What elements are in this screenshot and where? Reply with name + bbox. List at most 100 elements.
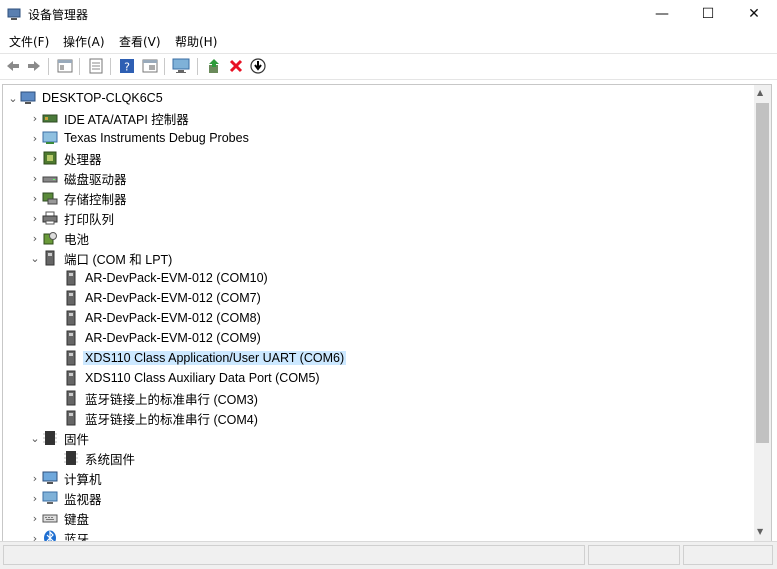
tree-item-label: AR-DevPack-EVM-012 (COM10) bbox=[85, 271, 268, 285]
tree-item-battery[interactable]: › 电池 bbox=[28, 228, 91, 248]
port-icon bbox=[63, 290, 79, 306]
tree-item-storage-controllers[interactable]: › 存储控制器 bbox=[28, 188, 129, 208]
tree-item-computer[interactable]: › 计算机 bbox=[28, 468, 104, 488]
port-icon bbox=[63, 350, 79, 366]
show-hidden-icon[interactable] bbox=[141, 57, 159, 75]
tree-item-com10[interactable]: AR-DevPack-EVM-012 (COM10) bbox=[63, 268, 270, 288]
expand-arrow-icon[interactable]: › bbox=[28, 168, 42, 188]
port-icon bbox=[63, 370, 79, 386]
tree-item-label: 蓝牙 bbox=[64, 532, 90, 542]
update-driver-icon[interactable] bbox=[205, 57, 223, 75]
expand-arrow-icon[interactable]: › bbox=[28, 108, 42, 128]
expand-arrow-icon[interactable]: › bbox=[28, 488, 42, 508]
tree-item-bluetooth[interactable]: › 蓝牙 bbox=[28, 528, 91, 542]
expand-arrow-icon[interactable]: › bbox=[28, 228, 42, 248]
tree-item-label: 磁盘驱动器 bbox=[64, 172, 127, 187]
menu-action[interactable]: 操作(A) bbox=[63, 33, 105, 50]
scan-hardware-icon[interactable] bbox=[249, 57, 267, 75]
expand-arrow-icon[interactable]: › bbox=[28, 208, 42, 228]
back-icon[interactable] bbox=[4, 57, 22, 75]
expand-arrow-icon[interactable]: › bbox=[28, 468, 42, 488]
disk-drive-icon bbox=[42, 170, 58, 186]
menu-help[interactable]: 帮助(H) bbox=[175, 33, 217, 50]
menu-bar: 文件(F) 操作(A) 查看(V) 帮助(H) bbox=[0, 30, 777, 52]
uninstall-icon[interactable] bbox=[227, 57, 245, 75]
port-icon bbox=[42, 250, 58, 266]
toolbar-separator bbox=[48, 58, 49, 75]
tree-item-label: 系统固件 bbox=[85, 452, 136, 467]
port-icon bbox=[63, 410, 79, 426]
expand-arrow-icon[interactable]: › bbox=[28, 128, 42, 148]
expand-arrow-icon[interactable]: › bbox=[28, 528, 42, 542]
tree-item-system-firmware[interactable]: 系统固件 bbox=[63, 448, 137, 468]
toolbar-separator bbox=[197, 58, 198, 75]
tree-item-disk-drives[interactable]: › 磁盘驱动器 bbox=[28, 168, 129, 188]
tree-item-processor[interactable]: › 处理器 bbox=[28, 148, 104, 168]
tree-item-com4[interactable]: 蓝牙链接上的标准串行 (COM4) bbox=[63, 408, 260, 428]
tree-item-ide[interactable]: › IDE ATA/ATAPI 控制器 bbox=[28, 108, 191, 128]
firmware-icon bbox=[42, 430, 58, 446]
device-tree[interactable]: ⌄ DESKTOP-CLQK6C5 › IDE ATA/ATAPI 控制器 › … bbox=[2, 84, 756, 542]
tree-root[interactable]: ⌄ DESKTOP-CLQK6C5 bbox=[6, 88, 165, 108]
title-bar: 设备管理器 — ☐ ✕ bbox=[0, 0, 777, 28]
svg-text:?: ? bbox=[124, 61, 130, 74]
tree-item-ti-debug-probes[interactable]: › Texas Instruments Debug Probes bbox=[28, 128, 251, 148]
close-button[interactable]: ✕ bbox=[731, 0, 777, 28]
tree-item-label: 打印队列 bbox=[64, 212, 115, 227]
menu-view[interactable]: 查看(V) bbox=[119, 33, 161, 50]
tree-item-label: AR-DevPack-EVM-012 (COM8) bbox=[85, 311, 261, 325]
port-icon bbox=[63, 310, 79, 326]
expand-arrow-icon[interactable]: › bbox=[28, 188, 42, 208]
toolbar-separator bbox=[110, 58, 111, 75]
collapse-arrow-icon[interactable]: ⌄ bbox=[28, 428, 42, 448]
tree-item-label: 计算机 bbox=[64, 472, 102, 487]
tree-item-label: Texas Instruments Debug Probes bbox=[64, 131, 249, 145]
tree-item-monitors[interactable]: › 监视器 bbox=[28, 488, 104, 508]
window-title: 设备管理器 bbox=[28, 8, 89, 22]
tree-item-com3[interactable]: 蓝牙链接上的标准串行 (COM3) bbox=[63, 388, 260, 408]
monitor-icon[interactable] bbox=[172, 57, 190, 75]
maximize-button[interactable]: ☐ bbox=[685, 0, 731, 28]
processor-icon bbox=[42, 150, 58, 166]
scroll-down-arrow-icon[interactable]: ▼ bbox=[757, 527, 763, 536]
computer-icon bbox=[42, 470, 58, 486]
tree-item-print-queues[interactable]: › 打印队列 bbox=[28, 208, 116, 228]
tree-item-label: 蓝牙链接上的标准串行 (COM4) bbox=[85, 412, 258, 427]
menu-file[interactable]: 文件(F) bbox=[9, 33, 49, 50]
properties-icon[interactable] bbox=[56, 57, 74, 75]
tree-item-firmware[interactable]: ⌄ 固件 bbox=[28, 428, 91, 448]
tree-item-com6-selected[interactable]: XDS110 Class Application/User UART (COM6… bbox=[63, 348, 347, 368]
firmware-icon bbox=[63, 450, 79, 466]
expand-arrow-icon[interactable]: › bbox=[28, 508, 42, 528]
tree-item-com8[interactable]: AR-DevPack-EVM-012 (COM8) bbox=[63, 308, 263, 328]
computer-icon bbox=[20, 90, 36, 106]
status-bar bbox=[0, 541, 777, 569]
toolbar: ? bbox=[0, 53, 777, 80]
tree-item-ports[interactable]: ⌄ 端口 (COM 和 LPT) bbox=[28, 248, 174, 268]
port-icon bbox=[63, 390, 79, 406]
expand-arrow-icon[interactable]: › bbox=[28, 148, 42, 168]
tree-item-label: 电池 bbox=[64, 232, 90, 247]
minimize-button[interactable]: — bbox=[639, 0, 685, 28]
tree-item-label: AR-DevPack-EVM-012 (COM9) bbox=[85, 331, 261, 345]
tree-item-label: 端口 (COM 和 LPT) bbox=[64, 252, 173, 267]
forward-icon[interactable] bbox=[25, 57, 43, 75]
tree-item-com5[interactable]: XDS110 Class Auxiliary Data Port (COM5) bbox=[63, 368, 322, 388]
tree-item-label: 键盘 bbox=[64, 512, 90, 527]
tree-item-keyboards[interactable]: › 键盘 bbox=[28, 508, 91, 528]
tree-item-com7[interactable]: AR-DevPack-EVM-012 (COM7) bbox=[63, 288, 263, 308]
vertical-scrollbar[interactable]: ▲ ▼ bbox=[754, 84, 772, 542]
collapse-arrow-icon[interactable]: ⌄ bbox=[6, 88, 20, 108]
debug-probe-icon bbox=[42, 130, 58, 146]
help-icon[interactable]: ? bbox=[118, 57, 136, 75]
list-icon[interactable] bbox=[87, 57, 105, 75]
status-cell bbox=[683, 545, 773, 565]
scrollbar-thumb[interactable] bbox=[756, 103, 769, 443]
tree-item-label: 处理器 bbox=[64, 152, 102, 167]
tree-item-label: IDE ATA/ATAPI 控制器 bbox=[64, 112, 189, 127]
tree-item-com9[interactable]: AR-DevPack-EVM-012 (COM9) bbox=[63, 328, 263, 348]
tree-item-label: 固件 bbox=[64, 432, 90, 447]
scroll-up-arrow-icon[interactable]: ▲ bbox=[757, 88, 763, 97]
collapse-arrow-icon[interactable]: ⌄ bbox=[28, 248, 42, 268]
tree-item-label: XDS110 Class Application/User UART (COM6… bbox=[83, 351, 347, 365]
